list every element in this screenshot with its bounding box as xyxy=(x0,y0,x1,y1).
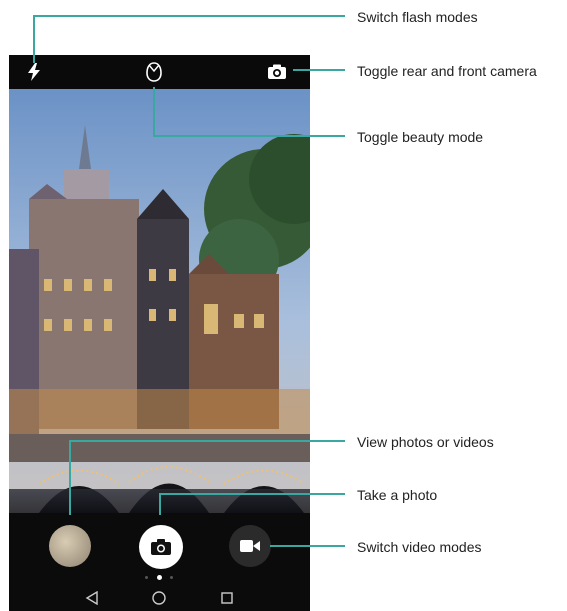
shutter-button[interactable] xyxy=(139,525,183,569)
triangle-back-icon[interactable] xyxy=(85,591,99,605)
square-recent-icon[interactable] xyxy=(221,592,233,604)
camera-viewfinder xyxy=(9,89,310,513)
camera-switch-icon[interactable] xyxy=(267,64,287,80)
gallery-thumbnail[interactable] xyxy=(49,525,91,567)
callout-flash: Switch flash modes xyxy=(357,9,478,25)
lightning-bolt-icon[interactable] xyxy=(27,63,41,81)
video-camera-icon xyxy=(240,540,260,552)
camera-controls xyxy=(9,513,310,611)
callout-beauty: Toggle beauty mode xyxy=(357,129,484,145)
callout-shutter: Take a photo xyxy=(357,487,438,503)
callout-switch-camera: Toggle rear and front camera xyxy=(357,63,537,79)
callout-video: Switch video modes xyxy=(357,539,482,555)
circle-home-icon[interactable] xyxy=(152,591,166,605)
phone-screen xyxy=(9,55,310,611)
mode-page-dots xyxy=(145,575,175,581)
beauty-face-icon[interactable] xyxy=(145,61,163,83)
camera-icon xyxy=(151,539,171,555)
callout-gallery: View photos or videos xyxy=(357,434,494,450)
preview-scene-image xyxy=(9,89,310,513)
camera-top-bar xyxy=(9,55,310,89)
video-mode-button[interactable] xyxy=(229,525,271,567)
